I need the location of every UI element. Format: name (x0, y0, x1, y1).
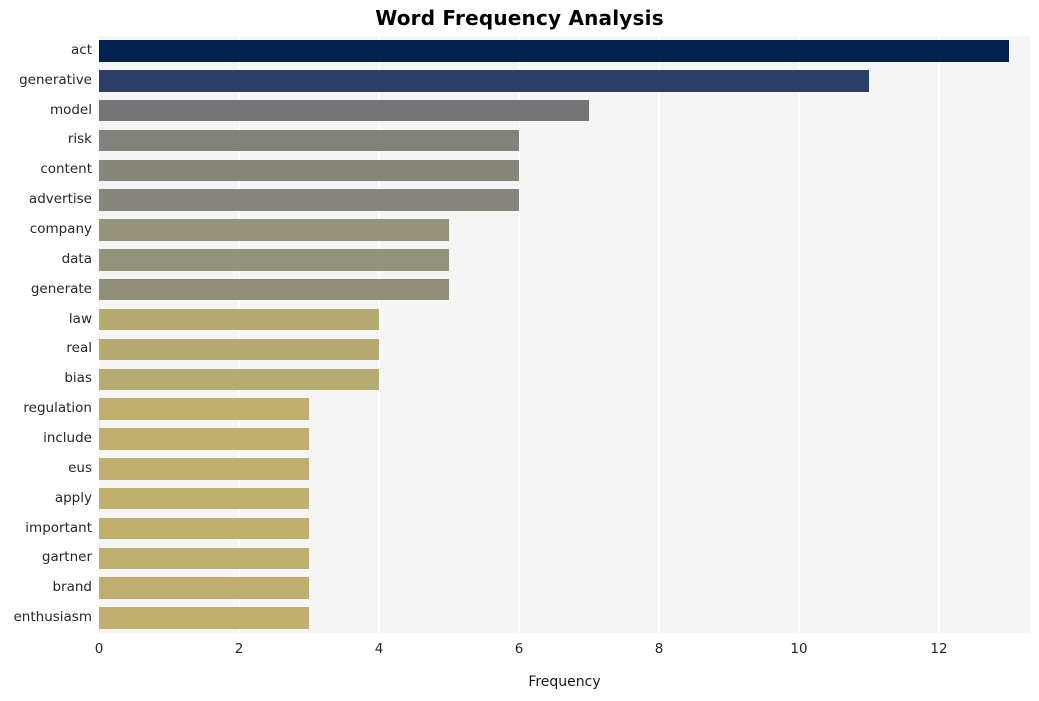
bar-row (99, 517, 1030, 540)
y-tick-label-generate: generate (30, 280, 92, 297)
bar-risk (99, 129, 519, 152)
bar-act (99, 40, 1009, 62)
x-tick-label-2: 2 (234, 641, 244, 657)
bar-advertise (99, 189, 519, 211)
bar-model (99, 99, 589, 122)
x-tick-label-0: 0 (94, 641, 104, 657)
bar-content (99, 159, 519, 182)
y-tick-label-eus: eus (68, 459, 92, 476)
y-tick-label-model: model (49, 101, 92, 118)
bar-row (99, 70, 1030, 92)
y-tick-label-company: company (29, 221, 92, 238)
bar-series (99, 36, 1030, 633)
bar-row (99, 278, 1030, 301)
bar-row (99, 428, 1030, 450)
y-tick-label-brand: brand (52, 579, 92, 596)
chart-figure: Word Frequency Analysis act generative mod… (0, 0, 1039, 701)
bar-row (99, 129, 1030, 152)
y-tick-label-enthusiasm: enthusiasm (13, 609, 92, 626)
bar-row (99, 219, 1030, 241)
bar-include (99, 428, 309, 450)
bar-row (99, 99, 1030, 122)
bar-apply (99, 487, 309, 510)
bar-row (99, 338, 1030, 361)
x-tick-label-12: 12 (930, 641, 948, 657)
y-tick-label-important: important (25, 519, 92, 536)
y-tick-label-apply: apply (54, 489, 92, 506)
x-tick-label-10: 10 (790, 641, 808, 657)
x-axis-tick-labels: 0 2 4 6 8 10 12 (0, 641, 1039, 665)
y-axis-tick-labels: act generative model risk content advertise co… (0, 36, 92, 633)
y-tick-label-bias: bias (64, 370, 92, 387)
y-tick-label-advertise: advertise (28, 191, 92, 208)
bar-row (99, 607, 1030, 629)
y-tick-label-data: data (61, 250, 92, 267)
x-tick-label-8: 8 (654, 641, 664, 657)
bar-real (99, 338, 379, 361)
bar-law (99, 308, 379, 331)
bar-generate (99, 278, 449, 301)
bar-generative (99, 70, 869, 92)
bar-row (99, 368, 1030, 390)
chart-title: Word Frequency Analysis (375, 6, 664, 30)
plot-area (99, 36, 1030, 633)
bar-row (99, 398, 1030, 420)
bar-row (99, 159, 1030, 182)
y-tick-label-law: law (68, 310, 92, 327)
x-tick-label-6: 6 (514, 641, 524, 657)
bar-gartner (99, 547, 309, 570)
x-axis-title: Frequency (528, 674, 601, 690)
y-tick-label-include: include (43, 429, 92, 446)
bar-row (99, 487, 1030, 510)
bar-brand (99, 577, 309, 599)
bar-row (99, 308, 1030, 331)
bar-eus (99, 458, 309, 480)
bar-enthusiasm (99, 607, 309, 629)
bar-row (99, 249, 1030, 271)
bar-company (99, 219, 449, 241)
bar-row (99, 547, 1030, 570)
bar-row (99, 40, 1030, 62)
y-tick-label-real: real (66, 340, 92, 357)
bar-important (99, 517, 309, 540)
bar-row (99, 458, 1030, 480)
y-tick-label-risk: risk (67, 131, 92, 148)
y-tick-label-act: act (71, 41, 92, 58)
y-tick-label-generative: generative (19, 71, 92, 88)
y-tick-label-content: content (40, 161, 92, 178)
y-tick-label-regulation: regulation (23, 400, 92, 417)
y-tick-label-gartner: gartner (41, 549, 92, 566)
bar-row (99, 189, 1030, 211)
bar-data (99, 249, 449, 271)
bar-regulation (99, 398, 309, 420)
x-tick-label-4: 4 (374, 641, 384, 657)
bar-bias (99, 368, 379, 390)
bar-row (99, 577, 1030, 599)
